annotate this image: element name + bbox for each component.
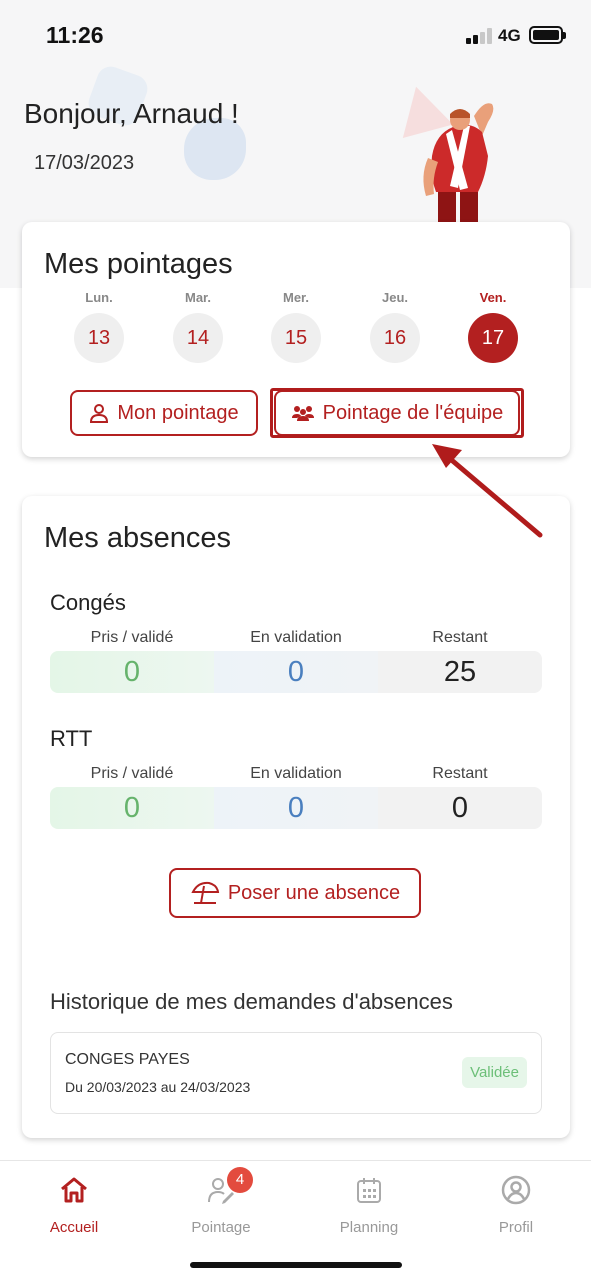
- pointage-badge: 4: [227, 1167, 253, 1193]
- highlight-box: [270, 388, 524, 438]
- rtt-pris: 0: [50, 787, 214, 829]
- day-label: Mer.: [282, 290, 309, 305]
- day-label: Jeu.: [381, 290, 408, 305]
- signal-icon: [466, 28, 494, 44]
- day-monday[interactable]: Lun. 13: [74, 290, 124, 363]
- absence-type: CONGES PAYES: [65, 1051, 190, 1068]
- mascot-illustration: [423, 103, 494, 222]
- rtt-label: RTT: [50, 726, 93, 751]
- day-wednesday[interactable]: Mer. 15: [271, 290, 321, 363]
- day-label: Mar.: [184, 290, 211, 305]
- nav-pointage[interactable]: 4 Pointage: [171, 1167, 271, 1236]
- beach-umbrella-icon: [191, 881, 219, 904]
- mon-pointage-label: Mon pointage: [117, 401, 239, 424]
- battery-icon: [529, 26, 566, 44]
- day-label: Lun.: [85, 290, 113, 305]
- status-time: 11:26: [46, 22, 104, 48]
- column-header: Restant: [432, 765, 488, 782]
- status-badge: Validée: [462, 1057, 527, 1088]
- absences-card: Mes absences Congés Pris / validé En val…: [22, 496, 570, 1138]
- day-number: 14: [173, 313, 223, 363]
- home-indicator[interactable]: [190, 1262, 402, 1268]
- nav-label: Profil: [498, 1219, 534, 1236]
- pointages-title: Mes pointages: [44, 248, 233, 280]
- rtt-values: 0 0 0: [50, 787, 542, 829]
- conges-restant: 25: [378, 651, 542, 693]
- status-bar: 11:26 4G: [0, 0, 591, 70]
- nav-accueil[interactable]: Accueil: [24, 1173, 124, 1236]
- day-number: 13: [74, 313, 124, 363]
- day-number: 15: [271, 313, 321, 363]
- day-label: Ven.: [479, 290, 507, 305]
- nav-profil[interactable]: Profil: [466, 1173, 566, 1236]
- day-number: 17: [468, 313, 518, 363]
- network-type: 4G: [498, 26, 521, 45]
- conges-en-validation: 0: [214, 651, 378, 693]
- home-icon: [61, 1177, 87, 1203]
- history-title: Historique de mes demandes d'absences: [50, 989, 453, 1014]
- column-header: Pris / validé: [90, 629, 174, 646]
- poser-absence-label: Poser une absence: [227, 881, 401, 904]
- day-friday[interactable]: Ven. 17: [468, 290, 518, 363]
- pointages-card: Mes pointages Lun. 13 Mar. 14 Mer. 15 Je…: [22, 222, 570, 457]
- profile-icon: [501, 1175, 531, 1205]
- day-tuesday[interactable]: Mar. 14: [173, 290, 223, 363]
- mon-pointage-button[interactable]: Mon pointage: [70, 390, 258, 436]
- greeting: Bonjour, Arnaud !: [24, 98, 239, 129]
- absences-title: Mes absences: [44, 522, 231, 554]
- day-thursday[interactable]: Jeu. 16: [370, 290, 420, 363]
- conges-label: Congés: [50, 590, 126, 615]
- calendar-icon: [357, 1178, 381, 1203]
- conges-pris: 0: [50, 651, 214, 693]
- column-header: Pris / validé: [90, 765, 174, 782]
- current-date: 17/03/2023: [34, 152, 135, 174]
- user-icon: [90, 404, 109, 423]
- nav-label: Accueil: [49, 1219, 99, 1236]
- history-item[interactable]: CONGES PAYES Du 20/03/2023 au 24/03/2023…: [50, 1032, 542, 1114]
- absence-dates: Du 20/03/2023 au 24/03/2023: [65, 1079, 251, 1095]
- rtt-en-validation: 0: [214, 787, 378, 829]
- column-header: En validation: [250, 765, 342, 782]
- nav-label: Pointage: [191, 1219, 251, 1236]
- conges-values: 0 0 25: [50, 651, 542, 693]
- poser-absence-button[interactable]: Poser une absence: [169, 868, 421, 918]
- column-header: En validation: [250, 629, 342, 646]
- rtt-restant: 0: [378, 787, 542, 829]
- column-header: Restant: [432, 629, 488, 646]
- nav-planning[interactable]: Planning: [319, 1173, 419, 1236]
- day-number: 16: [370, 313, 420, 363]
- nav-label: Planning: [339, 1219, 399, 1236]
